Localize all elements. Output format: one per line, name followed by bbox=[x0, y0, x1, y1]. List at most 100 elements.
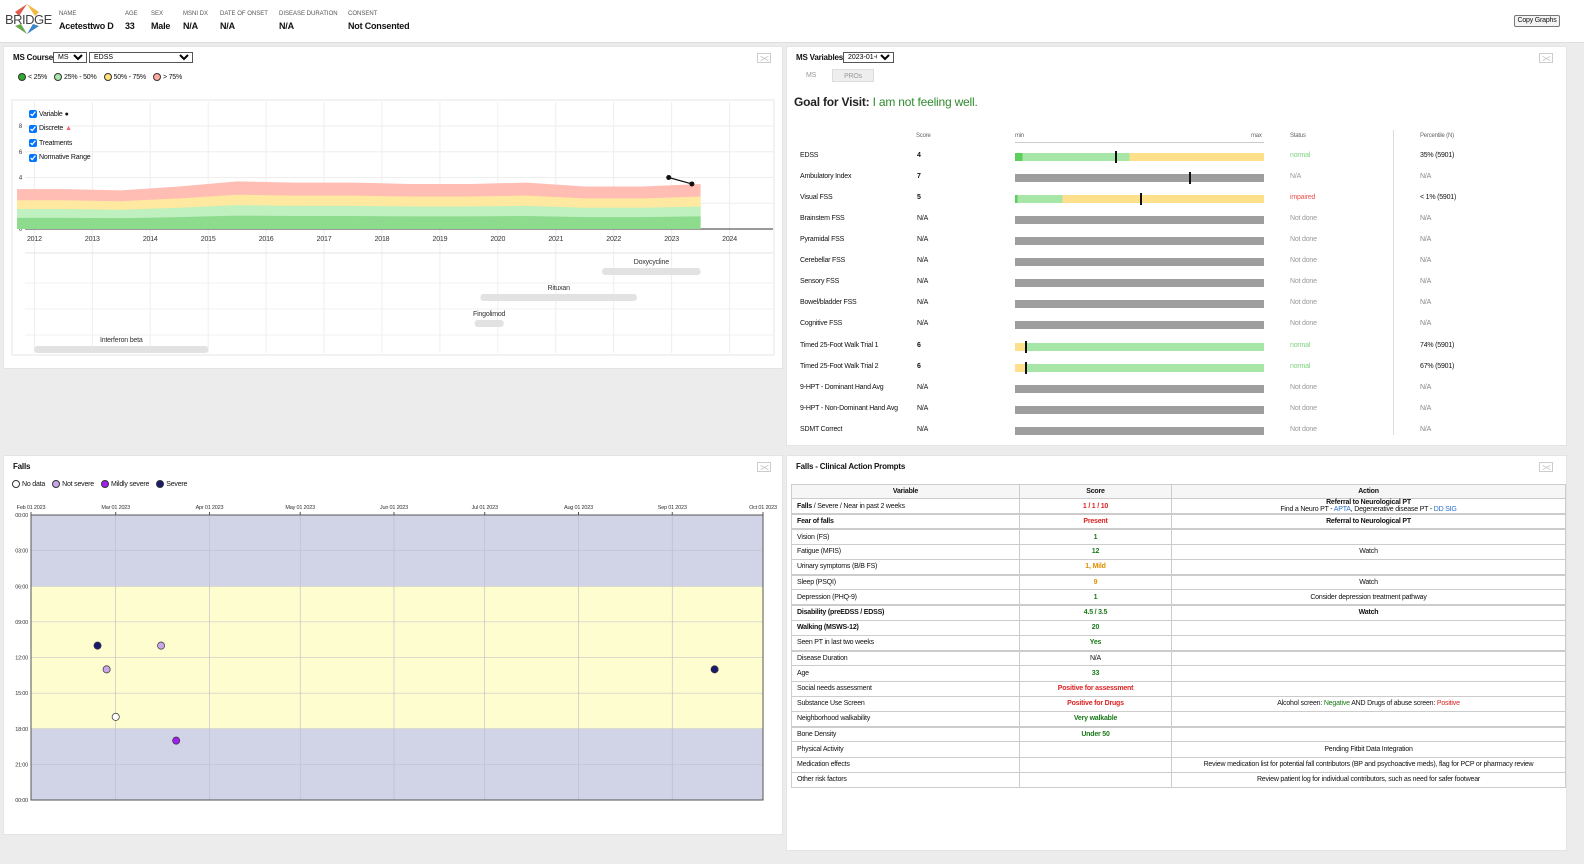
cap-action: Review patient log for individual contri… bbox=[1171, 771, 1566, 788]
edss-point[interactable] bbox=[666, 175, 672, 180]
visit-date-select[interactable]: 2023-01-09 bbox=[843, 52, 894, 63]
cap-variable: Physical Activity bbox=[791, 741, 1020, 758]
alcohol-negative: Negative bbox=[1323, 700, 1350, 708]
y-tick-label: 06:00 bbox=[15, 584, 28, 590]
cap-variable-label: Substance Use Screen bbox=[797, 700, 865, 708]
x-tick-label: May 01 2023 bbox=[285, 505, 315, 511]
x-tick-label: 2016 bbox=[259, 236, 274, 243]
cap-variable-label: Medication effects bbox=[797, 761, 850, 769]
treatment-label: Doxycycline bbox=[634, 259, 669, 266]
percentile-legend: < 25% 25% - 50% 50% - 75% > 75% bbox=[18, 73, 182, 81]
fall-event-point[interactable] bbox=[102, 665, 111, 674]
toggle-normative-range[interactable]: Normative Range bbox=[29, 151, 91, 166]
alcohol-screen-label: Alcohol screen: bbox=[1277, 700, 1324, 708]
x-tick-label: 2012 bbox=[27, 236, 42, 243]
x-tick-label: 2017 bbox=[317, 236, 332, 243]
cap-row: Vision (FS) 1 bbox=[791, 528, 1566, 545]
goal-text: I am not feeling well. bbox=[872, 95, 978, 109]
fall-event-point[interactable] bbox=[157, 641, 166, 650]
cap-row: Other risk factors Review patient log for… bbox=[791, 771, 1566, 788]
goal-for-visit: Goal for Visit: I am not feeling well. bbox=[794, 95, 978, 109]
variable-status: N/A bbox=[1290, 173, 1302, 181]
cap-action-text: Watch bbox=[1359, 579, 1378, 587]
ms-course-type-select[interactable]: MS bbox=[53, 52, 87, 63]
cap-score: Yes bbox=[1019, 634, 1172, 652]
cap-variable: Depression (PHQ-9) bbox=[791, 589, 1020, 606]
score-marker bbox=[1189, 172, 1192, 185]
legend-item: No data bbox=[12, 480, 45, 488]
tab-pros[interactable]: PROs bbox=[832, 69, 874, 82]
cap-row: Disability (preEDSS / EDSS) 4.5 / 3.5 Watc… bbox=[791, 604, 1566, 621]
score-range-bar bbox=[1015, 321, 1264, 330]
variable-name: Bowel/bladder FSS bbox=[800, 299, 857, 307]
cap-action: Consider depression treatment pathway bbox=[1171, 589, 1566, 606]
variable-score: 4 bbox=[917, 152, 921, 159]
cap-action bbox=[1171, 619, 1566, 637]
fall-event-point[interactable] bbox=[111, 712, 120, 721]
falls-cap-title: Falls - Clinical Action Prompts bbox=[796, 462, 906, 471]
fall-event-point[interactable] bbox=[172, 736, 181, 745]
toggle-variable[interactable]: Variable ● bbox=[29, 107, 90, 122]
variable-percentile: N/A bbox=[1420, 173, 1432, 181]
y-tick-label: 18:00 bbox=[15, 727, 28, 733]
variable-name: Cerebellar FSS bbox=[800, 257, 846, 265]
toggle-checkbox[interactable] bbox=[29, 124, 37, 133]
cap-action bbox=[1171, 559, 1566, 576]
toggle-label: Treatments bbox=[39, 139, 73, 147]
treatment-bar[interactable] bbox=[474, 320, 504, 327]
patient-header: BRIDGE NAME Acetesttwo D AGE 33 SEX Male MSNI … bbox=[0, 0, 1584, 43]
variable-percentile: N/A bbox=[1420, 299, 1432, 307]
expand-icon[interactable] bbox=[757, 462, 771, 472]
variable-score: N/A bbox=[917, 278, 929, 286]
ms-course-variable-select[interactable]: EDSS bbox=[89, 52, 193, 63]
cap-score: Present bbox=[1019, 513, 1172, 530]
variable-name: Timed 25-Foot Walk Trial 2 bbox=[800, 362, 879, 370]
ms-variables-title: MS Variables bbox=[796, 53, 843, 62]
copy-graphs-button[interactable]: Copy Graphs bbox=[1514, 15, 1560, 27]
variable-score: 5 bbox=[917, 194, 921, 202]
expand-icon[interactable] bbox=[1539, 53, 1553, 63]
cap-score: 12 bbox=[1019, 543, 1172, 561]
cap-variable: Social needs assessment bbox=[791, 680, 1020, 697]
treatment-bar[interactable] bbox=[480, 294, 637, 301]
expand-icon[interactable] bbox=[1539, 462, 1553, 472]
cap-variable: Age bbox=[791, 665, 1020, 682]
toggle-checkbox[interactable] bbox=[29, 139, 37, 148]
toggle-discrete[interactable]: Discrete ▲ bbox=[29, 122, 90, 137]
treatment-bar[interactable] bbox=[602, 268, 701, 275]
y-tick-label: 21:00 bbox=[15, 762, 28, 768]
variable-score: 7 bbox=[917, 173, 921, 181]
toggle-checkbox[interactable] bbox=[29, 153, 37, 162]
toggle-checkbox[interactable] bbox=[29, 110, 37, 119]
variable-percentile: N/A bbox=[1420, 425, 1432, 433]
field-value: Acetesttwo D bbox=[59, 21, 114, 31]
variable-status: Not done bbox=[1290, 320, 1317, 328]
cap-variable-label: Urinary symptoms (B/B FS) bbox=[797, 563, 878, 571]
fall-event-point[interactable] bbox=[710, 665, 719, 674]
variable-status: Not done bbox=[1290, 425, 1317, 433]
cap-variable: Fatigue (MFIS) bbox=[791, 543, 1020, 561]
tab-ms[interactable]: MS bbox=[790, 69, 832, 82]
treatment-bar[interactable] bbox=[34, 346, 209, 353]
clinical-action-table: Variable Score Action Falls / Severe / N… bbox=[791, 484, 1566, 788]
field-label: AGE bbox=[125, 11, 138, 17]
x-tick-label: 2015 bbox=[201, 236, 216, 243]
variable-percentile: N/A bbox=[1420, 404, 1432, 412]
dd-sig-link[interactable]: DD SIG bbox=[1434, 506, 1457, 513]
toggle-treatments[interactable]: Treatments bbox=[29, 136, 90, 151]
fall-event-point[interactable] bbox=[93, 641, 102, 650]
cap-row: Neighborhood walkability Very walkable bbox=[791, 710, 1566, 728]
edss-point[interactable] bbox=[689, 181, 695, 187]
apta-link[interactable]: APTA bbox=[1334, 506, 1351, 513]
x-tick-label: 2021 bbox=[548, 236, 563, 243]
expand-icon[interactable] bbox=[757, 53, 771, 63]
cap-variable: Sleep (PSQI) bbox=[791, 574, 1020, 591]
x-tick-label: 2018 bbox=[375, 236, 390, 243]
y-tick-label: 00:00 bbox=[15, 513, 28, 519]
app-logo: BRIDGE bbox=[5, 12, 52, 27]
cap-row: Fatigue (MFIS) 12 Watch bbox=[791, 543, 1566, 561]
toggle-label: Discrete bbox=[39, 125, 64, 133]
variable-percentile: N/A bbox=[1420, 215, 1432, 223]
cap-row: Substance Use Screen Positive for Drugs Al… bbox=[791, 695, 1566, 712]
cap-action-text: Pending Fitbit Data Integration bbox=[1324, 745, 1413, 753]
